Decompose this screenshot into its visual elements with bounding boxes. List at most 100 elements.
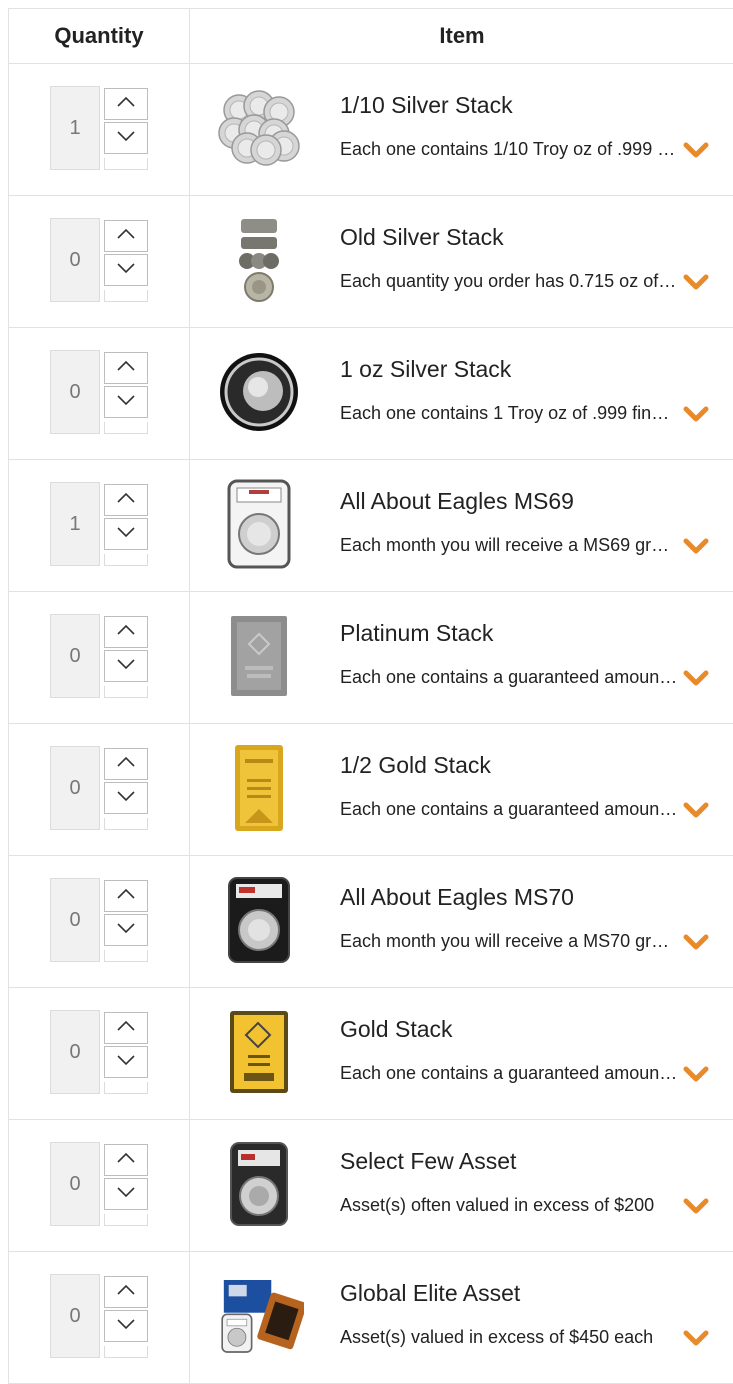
- chevron-down-icon: [116, 129, 136, 147]
- quantity-stepper[interactable]: 0: [50, 350, 150, 438]
- chevron-up-icon: [116, 491, 136, 509]
- item-title: All About Eagles MS69: [340, 488, 574, 514]
- stepper-base: [104, 290, 148, 302]
- increment-button[interactable]: [104, 1144, 148, 1176]
- item-cell: 1/2 Gold Stack Each one contains a guaran…: [190, 724, 733, 855]
- quantity-input[interactable]: 0: [50, 878, 100, 962]
- increment-button[interactable]: [104, 880, 148, 912]
- decrement-button[interactable]: [104, 782, 148, 814]
- table-row: 0 All About Eagles MS70 Each month you wil…: [9, 856, 733, 988]
- item-description: Asset(s) valued in excess of $450 each: [340, 1327, 654, 1347]
- item-description: Each month you will receive a MS70 grade…: [340, 931, 678, 951]
- table-body: 1 1/10 Silver Stack Each one contains 1/10…: [9, 64, 733, 1384]
- item-description: Each one contains 1/10 Troy oz of .999 f…: [340, 139, 678, 159]
- quantity-input[interactable]: 1: [50, 86, 100, 170]
- table-row: 1 1/10 Silver Stack Each one contains 1/10…: [9, 64, 733, 196]
- platinum-bar-icon: [214, 610, 304, 702]
- item-description: Each one contains 1 Troy oz of .999 fine…: [340, 403, 678, 423]
- expand-chevron-icon[interactable]: [682, 404, 710, 424]
- item-title: 1 oz Silver Stack: [340, 356, 512, 382]
- quantity-cell: 0: [9, 1252, 190, 1383]
- quantity-input[interactable]: 0: [50, 1142, 100, 1226]
- table-row: 0 Platinum Stack Each one contains a guara…: [9, 592, 733, 724]
- table-header: Quantity Item: [9, 9, 733, 64]
- decrement-button[interactable]: [104, 1046, 148, 1078]
- item-title: Select Few Asset: [340, 1148, 517, 1174]
- stepper-base: [104, 686, 148, 698]
- expand-chevron-icon[interactable]: [682, 932, 710, 952]
- quantity-stepper[interactable]: 0: [50, 614, 150, 702]
- increment-button[interactable]: [104, 1276, 148, 1308]
- chevron-up-icon: [116, 1019, 136, 1037]
- item-cell: Old Silver Stack Each quantity you order …: [190, 196, 733, 327]
- quantity-stepper[interactable]: 1: [50, 86, 150, 174]
- expand-chevron-icon[interactable]: [682, 1196, 710, 1216]
- item-title: All About Eagles MS70: [340, 884, 574, 910]
- quantity-stepper[interactable]: 0: [50, 746, 150, 834]
- graded-coin-slab-black-icon: [214, 874, 304, 966]
- expand-chevron-icon[interactable]: [682, 140, 710, 160]
- chevron-down-icon: [116, 789, 136, 807]
- quantity-input[interactable]: 0: [50, 614, 100, 698]
- silver-round-icon: [214, 346, 304, 438]
- increment-button[interactable]: [104, 352, 148, 384]
- expand-chevron-icon[interactable]: [682, 272, 710, 292]
- quantity-input[interactable]: 0: [50, 218, 100, 302]
- increment-button[interactable]: [104, 748, 148, 780]
- increment-button[interactable]: [104, 88, 148, 120]
- increment-button[interactable]: [104, 484, 148, 516]
- table-row: 0 Old Silver Stack Each quantity you order…: [9, 196, 733, 328]
- quantity-input[interactable]: 0: [50, 1274, 100, 1358]
- decrement-button[interactable]: [104, 254, 148, 286]
- chevron-down-icon: [116, 393, 136, 411]
- expand-chevron-icon[interactable]: [682, 536, 710, 556]
- decrement-button[interactable]: [104, 518, 148, 550]
- graded-coin-slab-icon: [214, 478, 304, 570]
- quantity-input[interactable]: 1: [50, 482, 100, 566]
- expand-chevron-icon[interactable]: [682, 1064, 710, 1084]
- expand-chevron-icon[interactable]: [682, 800, 710, 820]
- order-table: Quantity Item 1 1/10 Silver Stack Each one…: [8, 8, 733, 1384]
- quantity-stepper[interactable]: 0: [50, 1010, 150, 1098]
- quantity-cell: 0: [9, 328, 190, 459]
- quantity-input[interactable]: 0: [50, 1010, 100, 1094]
- quantity-input[interactable]: 0: [50, 746, 100, 830]
- quantity-stepper[interactable]: 0: [50, 1274, 150, 1362]
- increment-button[interactable]: [104, 616, 148, 648]
- increment-button[interactable]: [104, 220, 148, 252]
- item-title: 1/2 Gold Stack: [340, 752, 491, 778]
- stepper-base: [104, 158, 148, 170]
- decrement-button[interactable]: [104, 914, 148, 946]
- gold-bar-icon: [214, 742, 304, 834]
- decrement-button[interactable]: [104, 1178, 148, 1210]
- decrement-button[interactable]: [104, 650, 148, 682]
- decrement-button[interactable]: [104, 122, 148, 154]
- chevron-up-icon: [116, 227, 136, 245]
- item-column-header: Item: [439, 23, 485, 48]
- decrement-button[interactable]: [104, 386, 148, 418]
- item-cell: 1 oz Silver Stack Each one contains 1 Tro…: [190, 328, 733, 459]
- chevron-up-icon: [116, 359, 136, 377]
- graded-coin-slab-dark-icon: [214, 1138, 304, 1230]
- item-cell: All About Eagles MS70 Each month you will…: [190, 856, 733, 987]
- increment-button[interactable]: [104, 1012, 148, 1044]
- stepper-base: [104, 1346, 148, 1358]
- item-title: Platinum Stack: [340, 620, 494, 646]
- quantity-input[interactable]: 0: [50, 350, 100, 434]
- chevron-up-icon: [116, 1151, 136, 1169]
- quantity-column-header: Quantity: [9, 9, 190, 63]
- quantity-stepper[interactable]: 0: [50, 1142, 150, 1230]
- table-row: 0 Gold Stack Each one contains a guarantee…: [9, 988, 733, 1120]
- old-silver-coins-icon: [214, 214, 304, 306]
- quantity-stepper[interactable]: 0: [50, 878, 150, 966]
- quantity-stepper[interactable]: 0: [50, 218, 150, 306]
- elite-coin-set-icon: [214, 1270, 304, 1362]
- expand-chevron-icon[interactable]: [682, 668, 710, 688]
- quantity-cell: 0: [9, 988, 190, 1119]
- expand-chevron-icon[interactable]: [682, 1328, 710, 1348]
- chevron-up-icon: [116, 887, 136, 905]
- quantity-stepper[interactable]: 1: [50, 482, 150, 570]
- table-row: 0 1 oz Silver Stack Each one contains 1 Tr…: [9, 328, 733, 460]
- decrement-button[interactable]: [104, 1310, 148, 1342]
- item-cell: Global Elite Asset Asset(s) valued in exc…: [190, 1252, 733, 1383]
